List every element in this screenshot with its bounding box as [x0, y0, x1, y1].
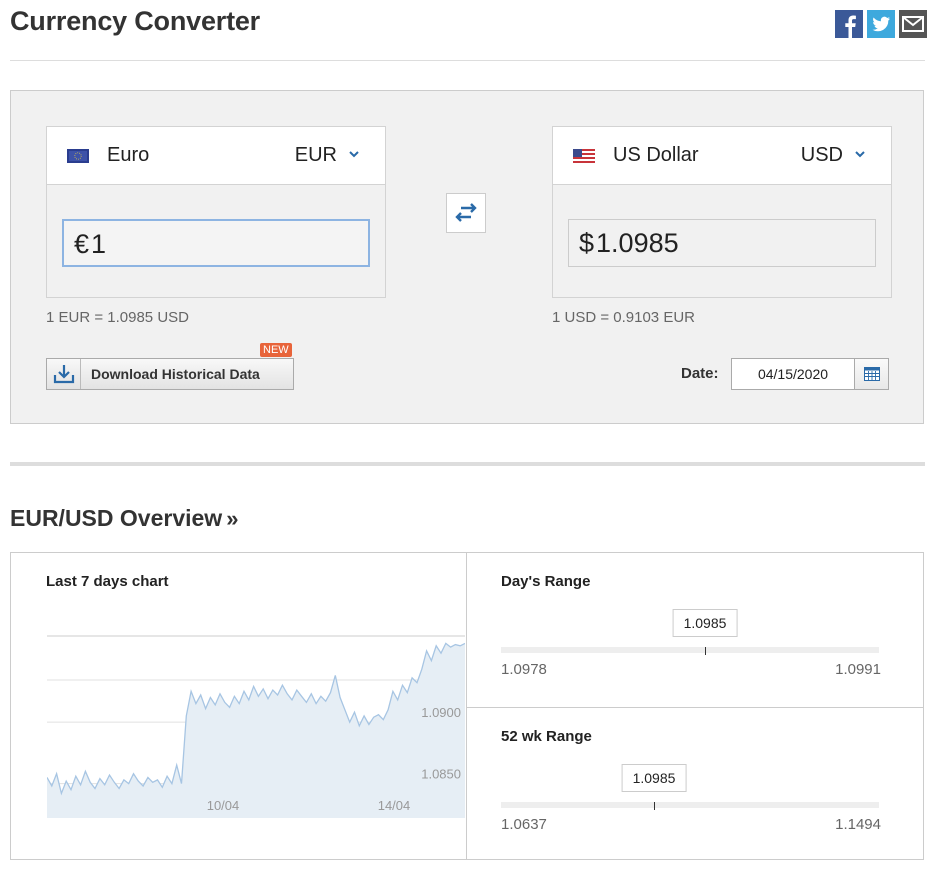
days-range-bar: [501, 647, 879, 653]
chart-y-tick-label: 1.0850: [421, 767, 461, 782]
mail-icon[interactable]: [899, 10, 927, 38]
chevron-down-icon[interactable]: [347, 147, 361, 161]
calendar-button[interactable]: [854, 358, 889, 390]
date-input[interactable]: 04/15/2020: [731, 358, 855, 390]
download-label: Download Historical Data: [91, 366, 260, 382]
chart-x-tick-label: 10/04: [207, 798, 240, 813]
chart-area: [47, 643, 465, 818]
chevron-down-icon[interactable]: [853, 147, 867, 161]
chart-y-tick-label: 1.0900: [421, 705, 461, 720]
divider: [10, 60, 925, 61]
range-divider: [467, 707, 923, 708]
us-flag-icon: [573, 149, 595, 163]
calendar-icon: [863, 367, 880, 381]
chart-x-tick-label: 14/04: [378, 798, 411, 813]
from-currency-selector[interactable]: Euro EUR: [47, 127, 385, 185]
new-badge: NEW: [260, 343, 292, 357]
from-rate-text: 1 EUR = 1.0985 USD: [46, 309, 189, 326]
from-amount-value: 1: [91, 229, 107, 259]
to-rate-text: 1 USD = 0.9103 EUR: [552, 309, 695, 326]
wk52-range-title: 52 wk Range: [501, 728, 592, 745]
overview-arrow: »: [226, 506, 239, 531]
to-currency-box: US Dollar USD $1.0985: [552, 126, 892, 298]
euro-symbol: €: [74, 229, 90, 259]
swap-arrows-icon: [455, 203, 477, 222]
chart-title: Last 7 days chart: [46, 573, 169, 590]
converter-panel: Euro EUR €1 US Dollar USD $1.0985 1 EUR …: [10, 90, 924, 424]
seven-day-chart: 1.0900 1.0850 10/04 14/04: [47, 635, 465, 818]
swap-button[interactable]: [446, 193, 486, 233]
days-range-current: 1.0985: [672, 609, 738, 637]
from-currency-code: EUR: [294, 144, 337, 166]
eu-flag-icon: [67, 149, 89, 163]
overview-panel: Last 7 days chart 1.0900 1.0850 10/04 14/04…: [10, 552, 924, 860]
days-range-high: 1.0991: [835, 661, 881, 678]
wk52-range-current: 1.0985: [621, 764, 687, 792]
from-amount-input[interactable]: €1: [62, 219, 370, 267]
to-currency-name: US Dollar: [613, 144, 699, 166]
days-range-low: 1.0978: [501, 661, 547, 678]
wk52-range-high: 1.1494: [835, 816, 881, 833]
page-title: Currency Converter: [10, 6, 260, 36]
twitter-icon[interactable]: [867, 10, 895, 38]
download-historical-data-button[interactable]: Download Historical Data: [46, 358, 294, 390]
wk52-range-marker: [654, 802, 655, 810]
overview-title: EUR/USD Overview: [10, 505, 223, 531]
dollar-symbol: $: [579, 228, 595, 258]
days-range-title: Day's Range: [501, 573, 591, 590]
wk52-range-low: 1.0637: [501, 816, 547, 833]
overview-title-link[interactable]: EUR/USD Overview»: [10, 505, 238, 532]
days-range-marker: [705, 647, 706, 655]
date-label: Date:: [681, 365, 719, 382]
download-icon: [47, 359, 81, 389]
section-divider: [10, 462, 925, 466]
to-amount-value: 1.0985: [596, 228, 679, 258]
wk52-range-bar: [501, 802, 879, 808]
to-currency-selector[interactable]: US Dollar USD: [553, 127, 891, 185]
facebook-icon[interactable]: [835, 10, 863, 38]
from-currency-name: Euro: [107, 144, 150, 166]
overview-divider: [466, 553, 467, 859]
wk52-range-widget: 52 wk Range 1.0985 1.0637 1.1494: [501, 728, 881, 838]
from-currency-box: Euro EUR €1: [46, 126, 386, 298]
to-amount-field[interactable]: $1.0985: [568, 219, 876, 267]
social-share: [835, 10, 927, 38]
days-range-widget: Day's Range 1.0985 1.0978 1.0991: [501, 573, 881, 683]
to-currency-code: USD: [800, 144, 843, 166]
